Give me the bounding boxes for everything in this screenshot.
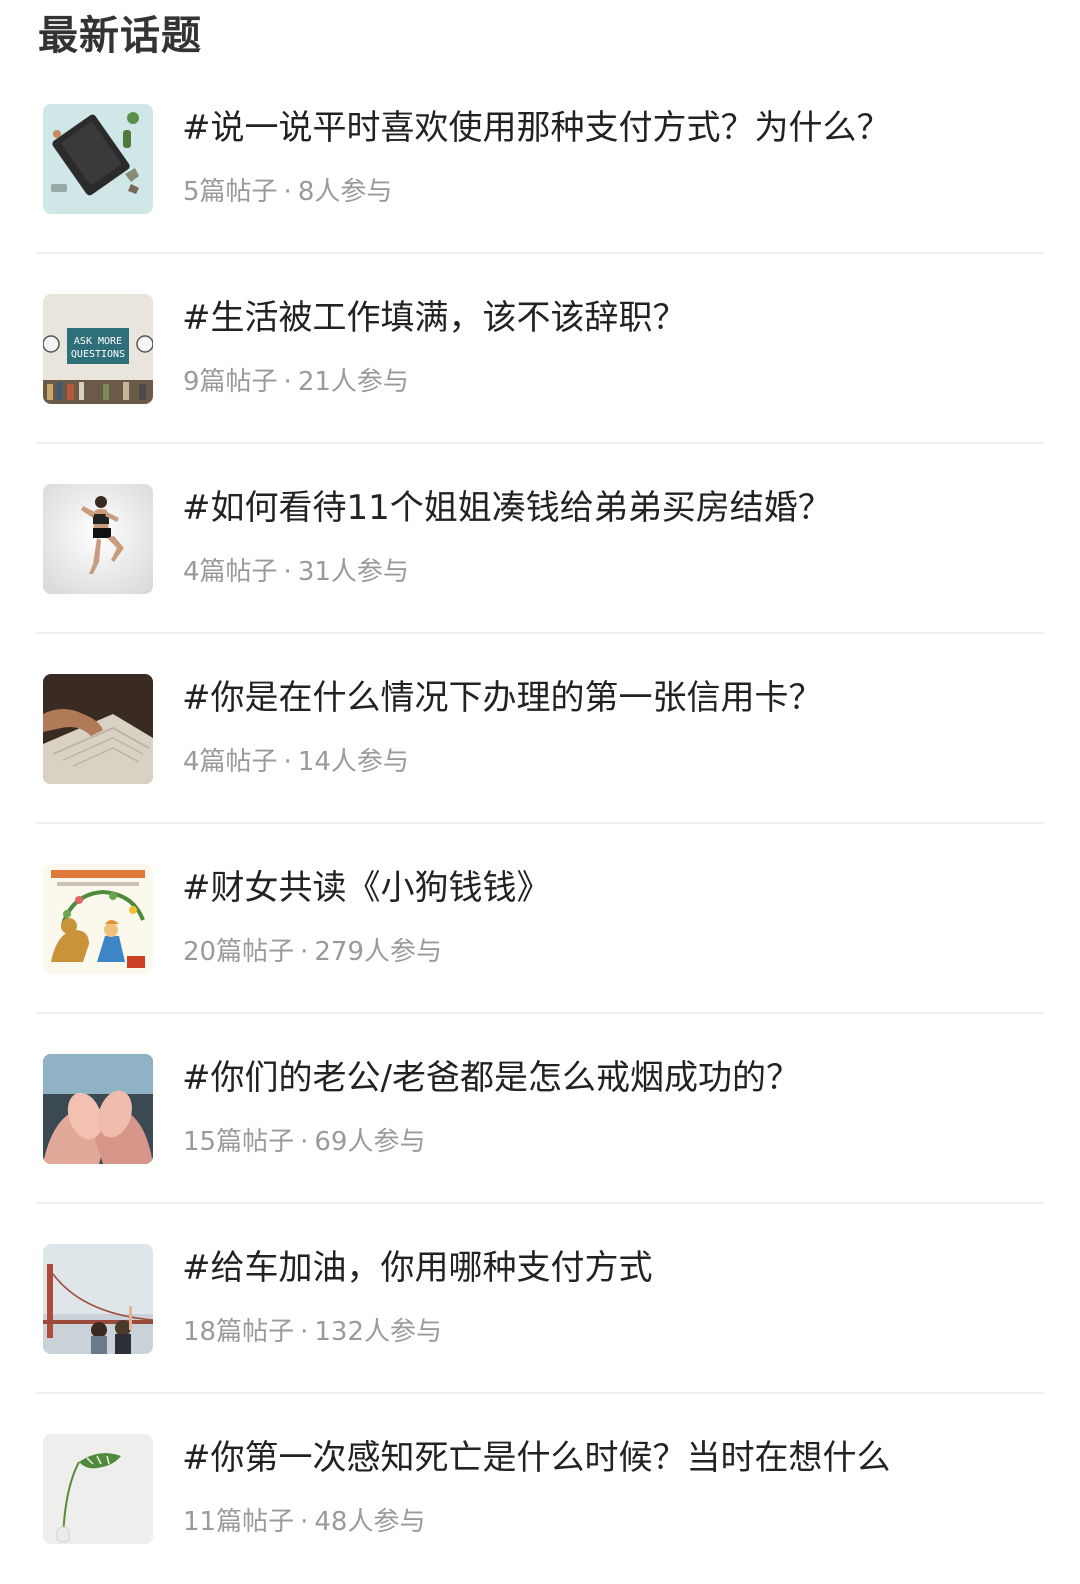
- topic-meta: 11篇帖子 · 48人参与: [183, 1502, 425, 1542]
- reading-book-thumbnail[interactable]: [43, 674, 153, 784]
- topic-title[interactable]: #给车加油，你用哪种支付方式: [182, 1244, 653, 1292]
- topic-meta: 9篇帖子 · 21人参与: [183, 362, 409, 402]
- topic-item[interactable]: #你是在什么情况下办理的第一张信用卡？ 4篇帖子 · 14人参与: [0, 634, 1080, 824]
- topic-meta: 4篇帖子 · 14人参与: [183, 742, 409, 782]
- book-cover-dog-girl-thumbnail[interactable]: [43, 864, 153, 974]
- topic-item[interactable]: #如何看待11个姐姐凑钱给弟弟买房结婚？ 4篇帖子 · 31人参与: [0, 444, 1080, 634]
- participant-count: 132人参与: [314, 1317, 442, 1347]
- topic-meta: 18篇帖子 · 132人参与: [183, 1312, 442, 1352]
- participant-count: 21人参与: [297, 367, 409, 397]
- topic-item[interactable]: #说一说平时喜欢使用那种支付方式？为什么？ 5篇帖子 · 8人参与: [0, 64, 1080, 254]
- meta-separator: ·: [283, 747, 292, 777]
- participant-count: 279人参与: [314, 937, 442, 967]
- topic-item[interactable]: #给车加油，你用哪种支付方式 18篇帖子 · 132人参与: [0, 1204, 1080, 1394]
- jumping-runner-thumbnail[interactable]: [43, 484, 153, 594]
- meta-separator: ·: [300, 937, 309, 967]
- topic-title[interactable]: #如何看待11个姐姐凑钱给弟弟买房结婚？: [182, 484, 832, 532]
- topic-title[interactable]: #说一说平时喜欢使用那种支付方式？为什么？: [182, 104, 891, 152]
- meta-separator: ·: [283, 367, 292, 397]
- topic-title[interactable]: #你们的老公/老爸都是怎么戒烟成功的？: [182, 1054, 800, 1102]
- topic-item[interactable]: #你们的老公/老爸都是怎么戒烟成功的？ 15篇帖子 · 69人参与: [0, 1014, 1080, 1204]
- participant-count: 69人参与: [314, 1127, 426, 1157]
- participant-count: 48人参与: [314, 1507, 426, 1537]
- meta-separator: ·: [300, 1507, 309, 1537]
- notebook-flatlay-thumbnail[interactable]: [43, 104, 153, 214]
- baby-feet-in-hands-thumbnail[interactable]: [43, 1054, 153, 1164]
- meta-separator: ·: [300, 1127, 309, 1157]
- topic-meta: 15篇帖子 · 69人参与: [183, 1122, 425, 1162]
- sign-text: ASK MORE: [74, 336, 122, 347]
- post-count: 4篇帖子: [183, 557, 278, 587]
- topic-list: #说一说平时喜欢使用那种支付方式？为什么？ 5篇帖子 · 8人参与 ASK MORE…: [0, 64, 1080, 1584]
- topic-meta: 20篇帖子 · 279人参与: [183, 932, 442, 972]
- meta-separator: ·: [300, 1317, 309, 1347]
- meta-separator: ·: [283, 177, 292, 207]
- topic-item[interactable]: ASK MORE QUESTIONS #生活被工作填满，该不该辞职？ 9篇帖子 ·…: [0, 254, 1080, 444]
- ask-more-questions-sign-thumbnail[interactable]: ASK MORE QUESTIONS: [43, 294, 153, 404]
- topic-title[interactable]: #财女共读《小狗钱钱》: [182, 864, 551, 912]
- plant-in-vase-thumbnail[interactable]: [43, 1434, 153, 1544]
- page-title: 最新话题: [38, 13, 202, 59]
- post-count: 11篇帖子: [183, 1507, 295, 1537]
- post-count: 5篇帖子: [183, 177, 278, 207]
- topic-title[interactable]: #你是在什么情况下办理的第一张信用卡？: [182, 674, 823, 722]
- post-count: 15篇帖子: [183, 1127, 295, 1157]
- topic-title[interactable]: #你第一次感知死亡是什么时候？当时在想什么: [182, 1434, 891, 1482]
- post-count: 18篇帖子: [183, 1317, 295, 1347]
- topic-title[interactable]: #生活被工作填满，该不该辞职？: [182, 294, 687, 342]
- meta-separator: ·: [283, 557, 292, 587]
- participant-count: 14人参与: [297, 747, 409, 777]
- sign-text-line2: QUESTIONS: [71, 349, 125, 360]
- topic-meta: 5篇帖子 · 8人参与: [183, 172, 392, 212]
- participant-count: 31人参与: [297, 557, 409, 587]
- topic-meta: 4篇帖子 · 31人参与: [183, 552, 409, 592]
- post-count: 20篇帖子: [183, 937, 295, 967]
- bridge-people-thumbnail[interactable]: [43, 1244, 153, 1354]
- post-count: 4篇帖子: [183, 747, 278, 777]
- topic-item[interactable]: #财女共读《小狗钱钱》 20篇帖子 · 279人参与: [0, 824, 1080, 1014]
- post-count: 9篇帖子: [183, 367, 278, 397]
- participant-count: 8人参与: [297, 177, 393, 207]
- topic-item[interactable]: #你第一次感知死亡是什么时候？当时在想什么 11篇帖子 · 48人参与: [0, 1394, 1080, 1584]
